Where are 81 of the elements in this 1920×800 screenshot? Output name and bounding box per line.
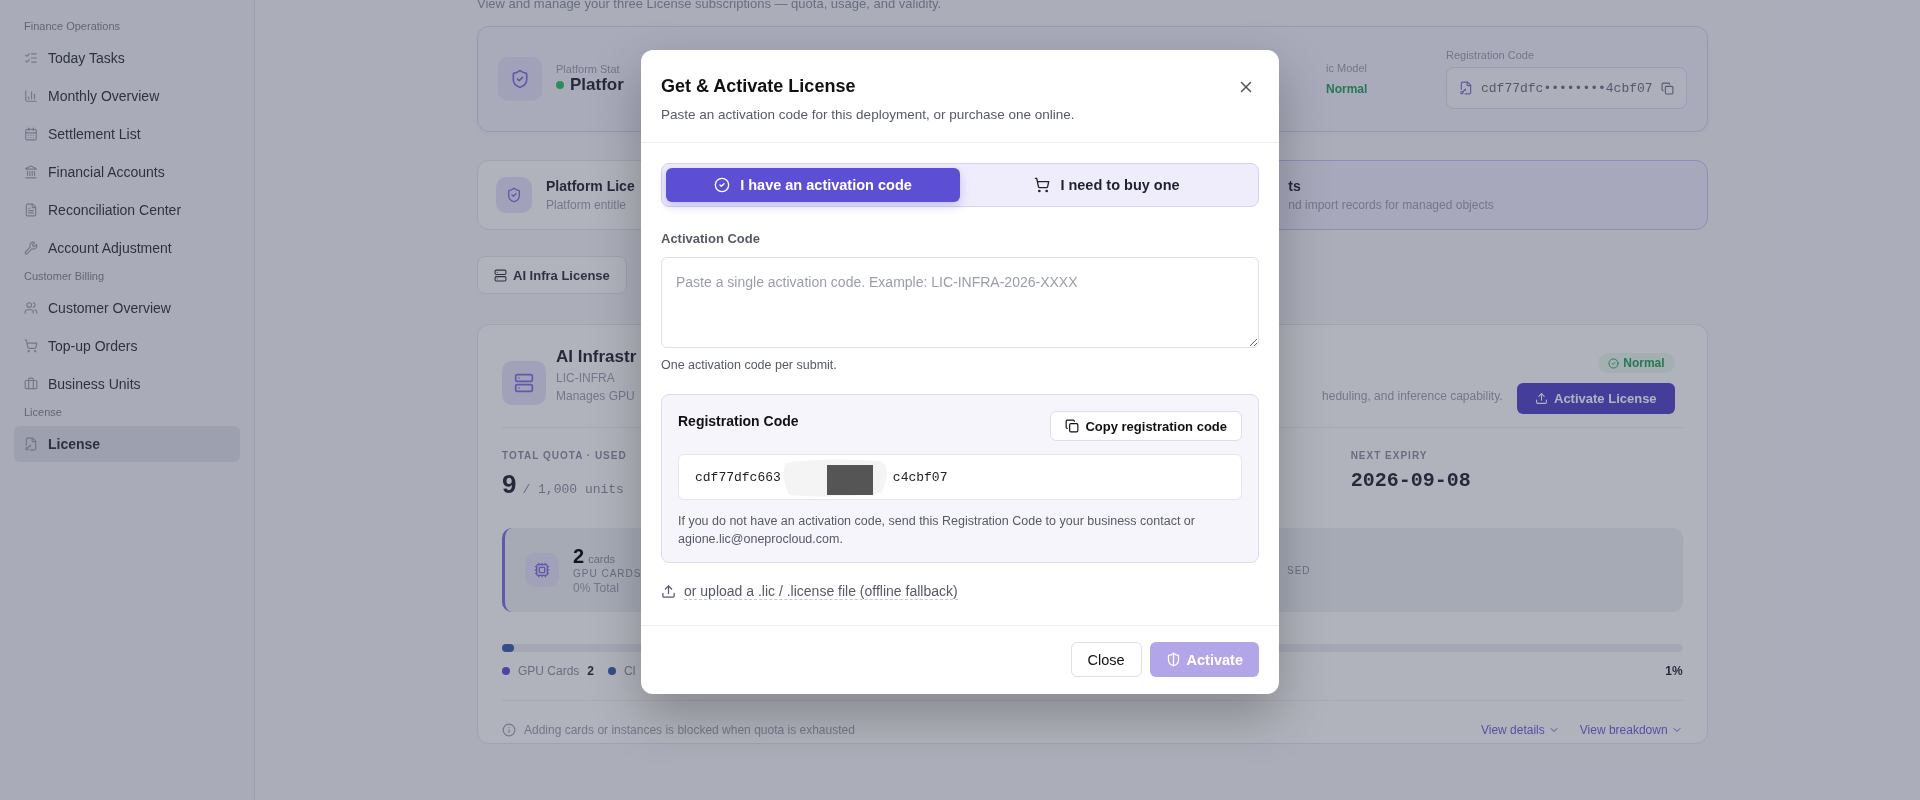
model-status: Normal [1326,82,1369,96]
calendar-icon [24,127,38,141]
upload-icon [661,584,676,599]
chip-icon [525,553,559,587]
section-title: Finance Operations [23,20,121,32]
license-title: AI Infrastr [556,347,637,367]
license-description: heduling, and inference capability. [1322,389,1503,403]
panel-title: Registration Code [678,413,799,429]
sidebar-item[interactable]: License [14,426,240,462]
sidebar-item[interactable]: Customer Overview [14,290,240,326]
cart-icon [1034,177,1051,193]
sidebar-item[interactable]: Top-up Orders [14,328,240,364]
expiry-date: 2026-09-08 [1350,469,1472,492]
sidebar-item[interactable]: Business Units [14,366,240,402]
legend-dot [608,667,617,675]
quota-label: TOTAL QUOTA · USED [502,450,628,461]
legend-value: 2 [587,664,595,678]
card-title: ts [1288,178,1302,194]
close-button[interactable]: Close [1070,642,1142,677]
shield-icon [498,57,542,101]
server-icon [494,268,507,282]
registration-help: If you do not have an activation code, send this Registration Code to your business contact or agione.lic@oneprocloud.com. [678,513,1196,548]
check-circle-icon [714,177,731,193]
resource-unit: cards [588,553,616,565]
chart-icon [24,89,38,103]
server-icon [502,361,546,405]
registration-code-field: cdf77dfc••••••••4cbf07 [1446,67,1687,109]
info-icon [502,723,516,737]
copy-button[interactable]: Copy registration code [1050,411,1242,441]
resource-count: 2 [573,545,585,568]
shield-icon [1165,652,1181,667]
mode-tab[interactable]: I need to buy one [960,168,1254,202]
section-title: Customer Billing [23,270,106,282]
mode-tab[interactable]: I have an activation code [666,168,960,202]
dialog-title: Get & Activate License [661,76,856,97]
dialog-subtitle: Paste an activation code for this deployment, or purchase one online. [661,107,1076,122]
card-text: Platform entitle [546,198,628,212]
activation-code-field[interactable]: Paste a single activation code. Example: LIC-INFRA-2026-XXXX [661,257,1259,348]
document-icon [24,203,38,217]
license-description: Manages GPU [556,389,635,403]
copy-icon[interactable] [1660,81,1674,95]
upload-icon [1535,392,1548,405]
sidebar-item[interactable]: Today Tasks [14,40,240,76]
resource-used-label: SED [1287,564,1311,576]
cart-icon [24,339,38,353]
status-dot [556,81,564,89]
legend-label: Cl [624,664,636,678]
registration-code-field: cdf77dfc663 c4cbf07 [678,454,1242,500]
view-link[interactable]: View details [1480,723,1560,737]
license-code: LIC-INFRA [556,371,616,385]
resource-label: GPU CARDS [573,568,642,579]
checklist-icon [24,51,38,65]
usage-percent: 1% [1665,664,1683,678]
field-hint: One activation code per submit. [661,358,838,372]
briefcase-icon [24,377,38,391]
shield-icon [496,177,532,213]
section-title: License [23,406,63,418]
status-value: Platfor [570,75,624,95]
quota-total: / 1,000 units [522,482,624,497]
sidebar-item[interactable]: Monthly Overview [14,78,240,114]
key-icon [1459,81,1473,95]
legend-dot [502,667,510,675]
field-label: Activation Code [661,231,761,246]
card-title: Platform Lice [546,178,635,194]
status-badge: Normal [1598,353,1675,373]
bank-icon [24,165,38,179]
upload-link[interactable]: or upload a .lic / .license file (offline fallback) [661,583,958,600]
sidebar-item[interactable]: Reconciliation Center [14,192,240,228]
sidebar-item[interactable]: Account Adjustment [14,230,240,266]
sidebar-item[interactable]: Settlement List [14,116,240,152]
copy-icon [1065,419,1080,433]
expiry-label: NEXT EXPIRY [1350,450,1429,461]
key-file-icon [24,437,38,451]
quota-used: 9 [502,469,517,500]
wrench-icon [24,241,38,255]
activate-license-button[interactable]: Activate License [1517,383,1675,414]
license-tab[interactable]: AI Infra License [477,256,627,294]
users-icon [24,301,38,315]
sidebar-item[interactable]: Financial Accounts [14,154,240,190]
legend-label: GPU Cards [518,664,580,678]
view-link[interactable]: View breakdown [1579,723,1683,737]
